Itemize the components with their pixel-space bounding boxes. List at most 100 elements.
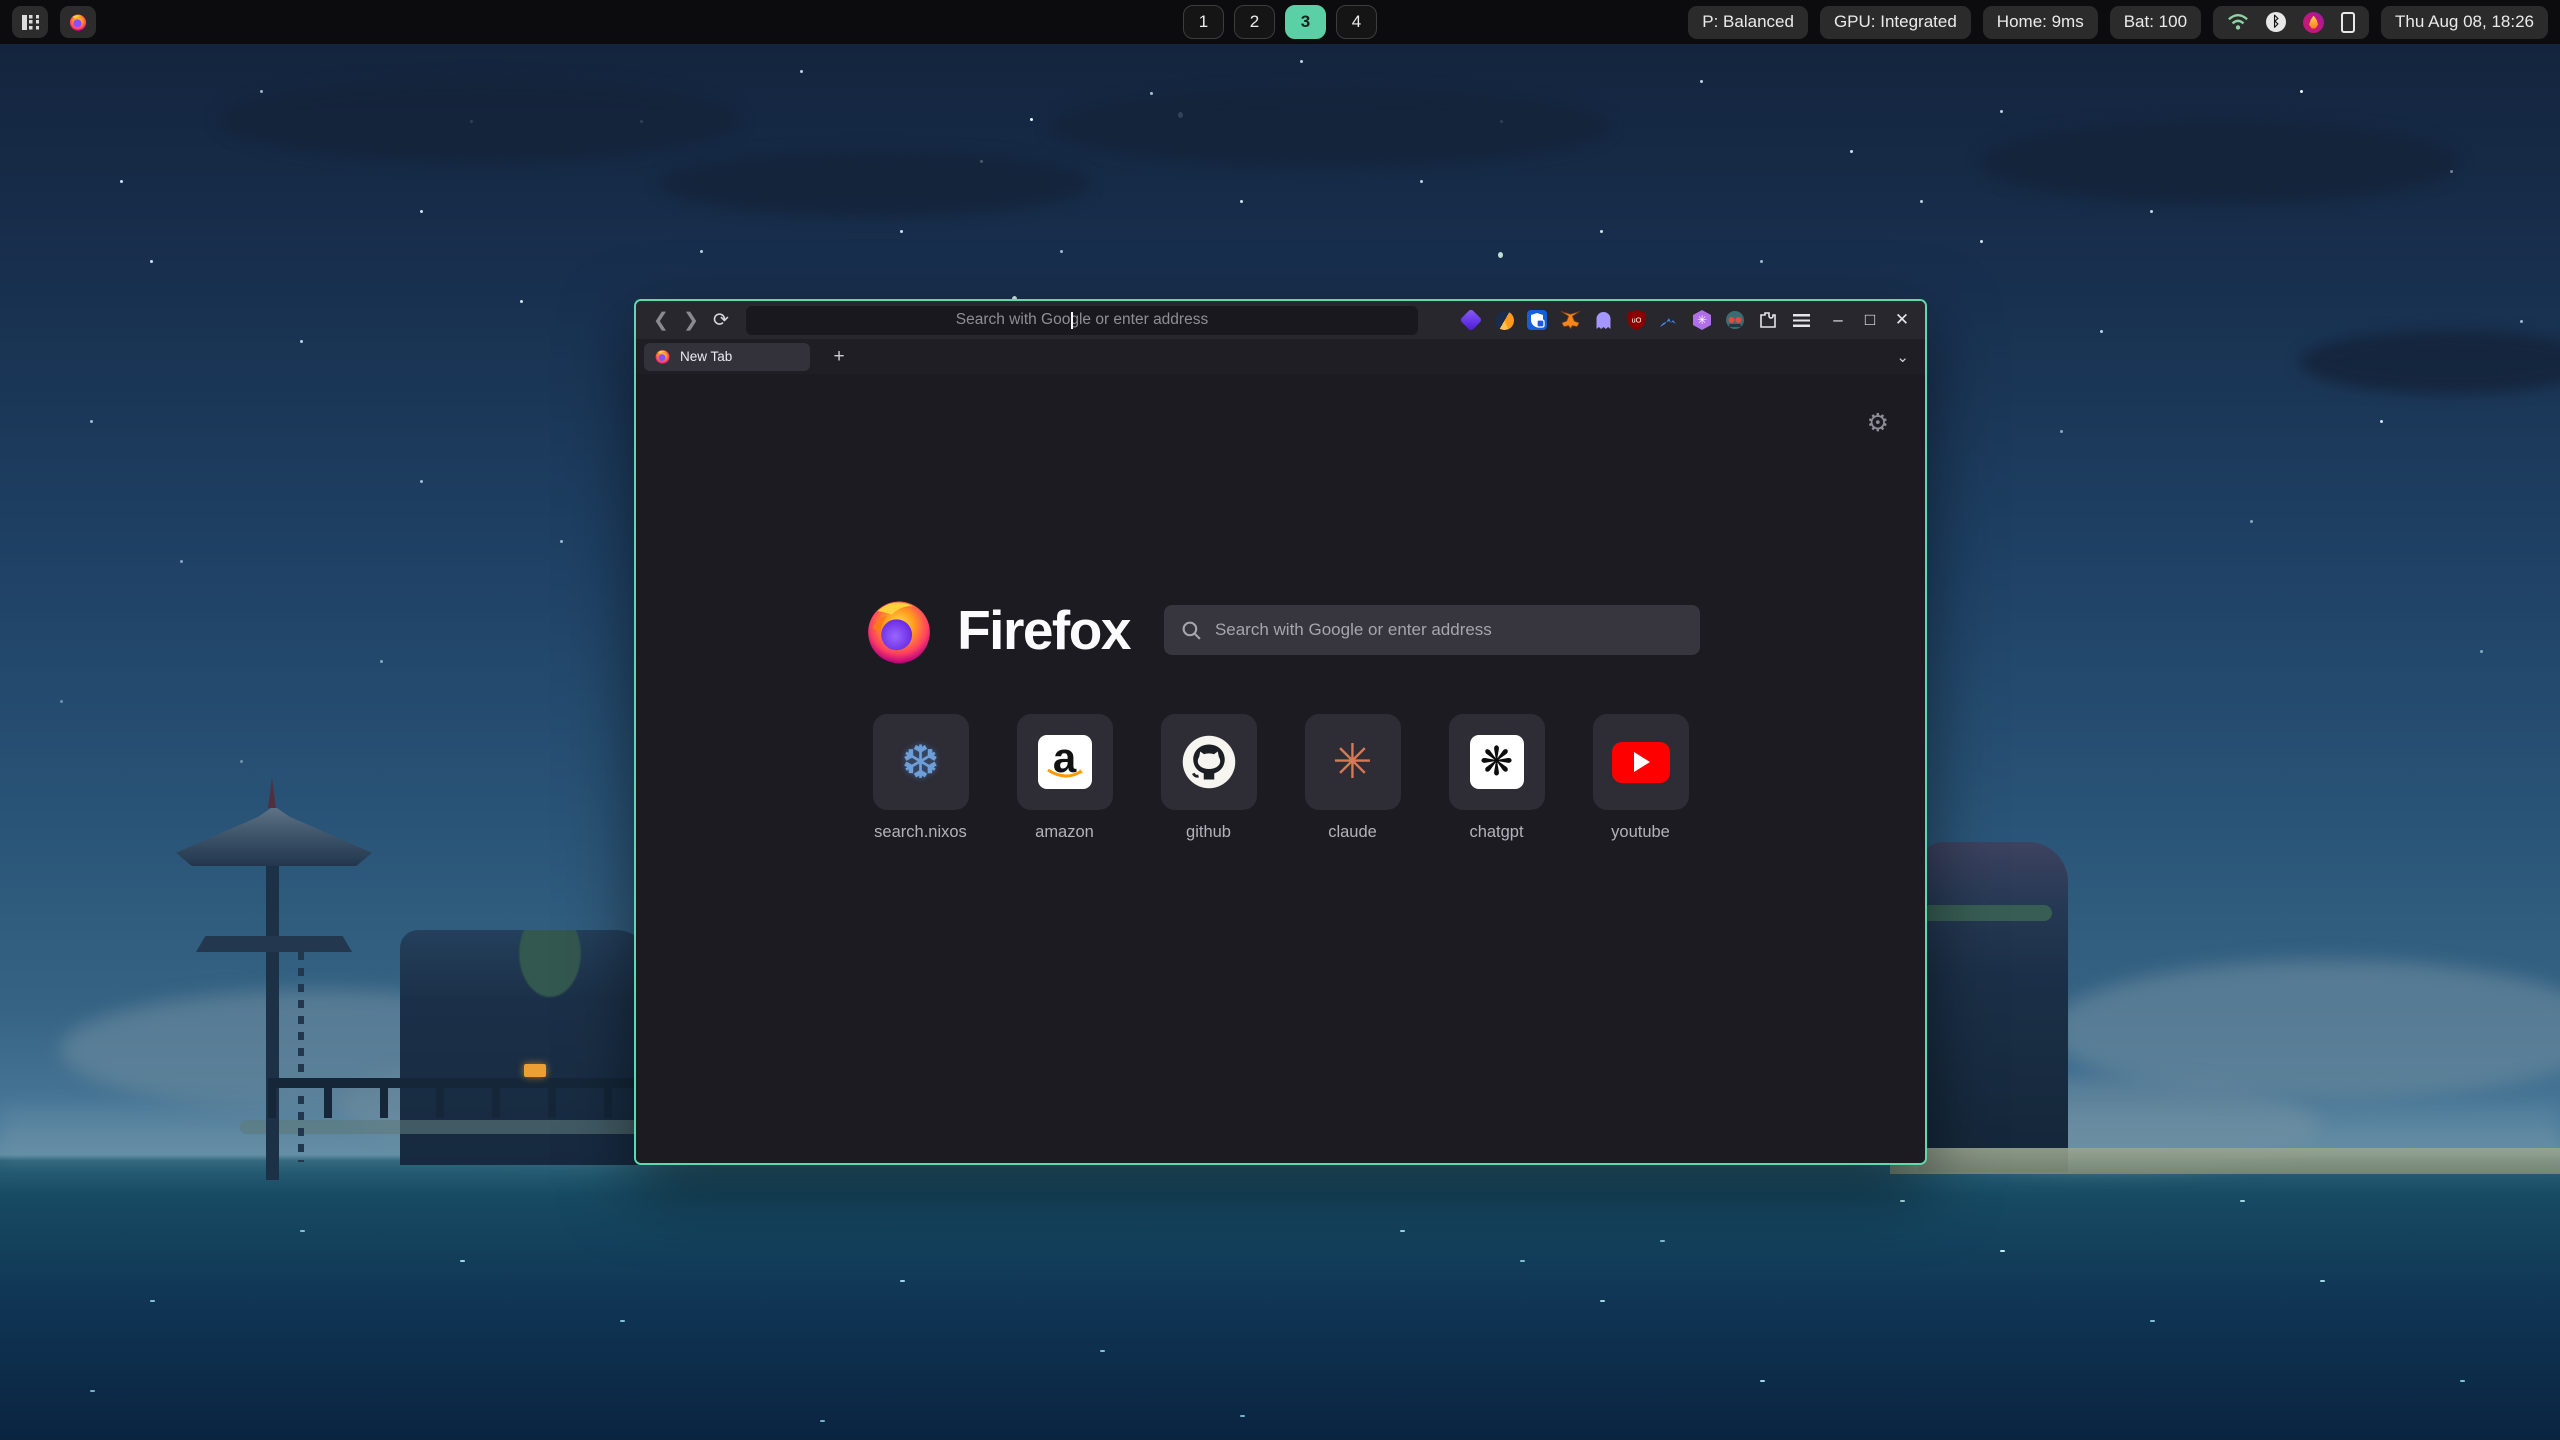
shortcut-amazon[interactable]: a amazon [1017, 714, 1113, 842]
pier-posts [268, 1078, 648, 1118]
new-tab-button[interactable]: + [826, 346, 852, 368]
shortcut-label: amazon [1035, 823, 1094, 842]
browser-toolbar: ❮ ❯ ⟳ Search with Google or enter addres… [636, 301, 1925, 339]
claude-tile: ✳ [1305, 714, 1401, 810]
nixos-tile: ❆ [873, 714, 969, 810]
shortcut-label: claude [1328, 823, 1377, 842]
firefox-launcher-button[interactable] [60, 6, 96, 38]
watchtower-platform [196, 936, 352, 952]
chatgpt-icon: ❋ [1470, 735, 1524, 789]
close-button[interactable]: ✕ [1889, 305, 1915, 335]
minimize-button[interactable]: – [1825, 305, 1851, 335]
menu-button[interactable] [1789, 308, 1813, 332]
youtube-tile [1593, 714, 1689, 810]
battery-pill[interactable]: Bat: 100 [2110, 6, 2201, 39]
ublock-origin-extension-icon[interactable]: uO [1624, 308, 1648, 332]
shortcut-chatgpt[interactable]: ❋ chatgpt [1449, 714, 1545, 842]
youtube-play-icon [1634, 752, 1650, 772]
cloud [660, 150, 1090, 216]
nordvpn-extension-icon[interactable] [1657, 308, 1681, 332]
personalize-gear-icon[interactable]: ⚙ [1867, 408, 1889, 437]
right-cliff [1918, 842, 2068, 1172]
app-grid-button[interactable] [12, 6, 48, 38]
cloud [1050, 88, 1610, 166]
shortcut-label: github [1186, 823, 1231, 842]
status-area: P: Balanced GPU: Integrated Home: 9ms Ba… [1688, 6, 2548, 39]
clock[interactable]: Thu Aug 08, 18:26 [2381, 6, 2548, 39]
firefox-icon [68, 12, 88, 32]
reload-button[interactable]: ⟳ [706, 305, 736, 335]
agent-face-extension-icon[interactable] [1723, 308, 1747, 332]
claude-starburst-icon: ✳ [1332, 734, 1372, 790]
svg-text:uO: uO [1631, 316, 1641, 325]
purple-diamond-extension-icon[interactable] [1459, 308, 1483, 332]
window-controls: – □ ✕ [1825, 305, 1915, 335]
app-grid-icon [22, 15, 39, 30]
search-icon [1181, 620, 1202, 641]
youtube-icon [1612, 742, 1670, 783]
github-tile [1161, 714, 1257, 810]
workspace-2[interactable]: 2 [1234, 5, 1275, 39]
amazon-tile: a [1017, 714, 1113, 810]
workspace-1[interactable]: 1 [1183, 5, 1224, 39]
firefox-logo [861, 592, 937, 668]
shortcuts-row: ❆ search.nixos a amazon [873, 714, 1689, 842]
firefox-tab-icon [654, 348, 671, 365]
cliff-grass [1922, 905, 2052, 921]
purple-hexagon-extension-icon[interactable]: ✳ [1690, 308, 1714, 332]
newtab-search-placeholder: Search with Google or enter address [1215, 620, 1492, 640]
openai-knot-icon: ❋ [1480, 742, 1514, 782]
shortcut-label: search.nixos [874, 823, 967, 842]
wifi-icon [2227, 12, 2249, 32]
ping-pill[interactable]: Home: 9ms [1983, 6, 2098, 39]
list-tabs-chevron-icon[interactable]: ⌄ [1896, 348, 1909, 366]
nixos-snowflake-icon: ❆ [901, 735, 940, 789]
newtab-hero: Firefox Search with Google or enter addr… [861, 592, 1700, 668]
watchtower-pole [266, 850, 279, 1180]
firefox-window: ❮ ❯ ⟳ Search with Google or enter addres… [634, 299, 1927, 1165]
amazon-smile-arrow [1047, 768, 1083, 780]
extensions-puzzle-button[interactable] [1756, 308, 1780, 332]
top-status-bar: 1 2 3 4 P: Balanced GPU: Integrated Home… [0, 0, 2560, 44]
tab-bar: New Tab + ⌄ [636, 339, 1925, 374]
desktop: 1 2 3 4 P: Balanced GPU: Integrated Home… [0, 0, 2560, 1440]
ghostery-extension-icon[interactable] [1591, 308, 1615, 332]
power-profile-pill[interactable]: P: Balanced [1688, 6, 1808, 39]
maximize-button[interactable]: □ [1857, 305, 1883, 335]
workspace-switcher: 1 2 3 4 [1183, 0, 1377, 44]
shortcut-youtube[interactable]: youtube [1593, 714, 1689, 842]
cloud [1980, 120, 2460, 204]
system-tray[interactable]: ᛒ [2213, 6, 2369, 39]
back-button[interactable]: ❮ [646, 305, 676, 335]
github-octocat-icon [1181, 734, 1237, 790]
url-bar[interactable]: Search with Google or enter address [746, 306, 1418, 335]
orange-swirl-extension-icon[interactable] [1492, 308, 1516, 332]
shortcut-search-nixos[interactable]: ❆ search.nixos [873, 714, 969, 842]
shortcut-label: chatgpt [1469, 823, 1523, 842]
phone-device-icon [2341, 12, 2355, 33]
gpu-pill[interactable]: GPU: Integrated [1820, 6, 1971, 39]
workspace-4[interactable]: 4 [1336, 5, 1377, 39]
hut-window-light [524, 1064, 546, 1077]
shortcut-github[interactable]: github [1161, 714, 1257, 842]
cloud [220, 78, 740, 162]
media-app-icon [2303, 12, 2324, 33]
workspace-3-active[interactable]: 3 [1285, 5, 1326, 39]
amazon-icon: a [1038, 735, 1092, 789]
bitwarden-extension-icon[interactable] [1525, 308, 1549, 332]
metamask-extension-icon[interactable] [1558, 308, 1582, 332]
extension-toolbar: uO ✳ [1459, 308, 1813, 332]
forward-button[interactable]: ❯ [676, 305, 706, 335]
watchtower-ladder [298, 952, 304, 1162]
chatgpt-tile: ❋ [1449, 714, 1545, 810]
url-bar-placeholder: Search with Google or enter address [956, 311, 1208, 329]
text-caret [1071, 312, 1073, 329]
firefox-wordmark: Firefox [957, 598, 1130, 662]
new-tab-page: ⚙ F [636, 374, 1925, 1163]
tab-new-tab[interactable]: New Tab [644, 343, 810, 371]
bluetooth-icon: ᛒ [2266, 12, 2286, 32]
newtab-search-field[interactable]: Search with Google or enter address [1164, 605, 1700, 655]
beach [1890, 1148, 2560, 1174]
shortcut-label: youtube [1611, 823, 1670, 842]
shortcut-claude[interactable]: ✳ claude [1305, 714, 1401, 842]
